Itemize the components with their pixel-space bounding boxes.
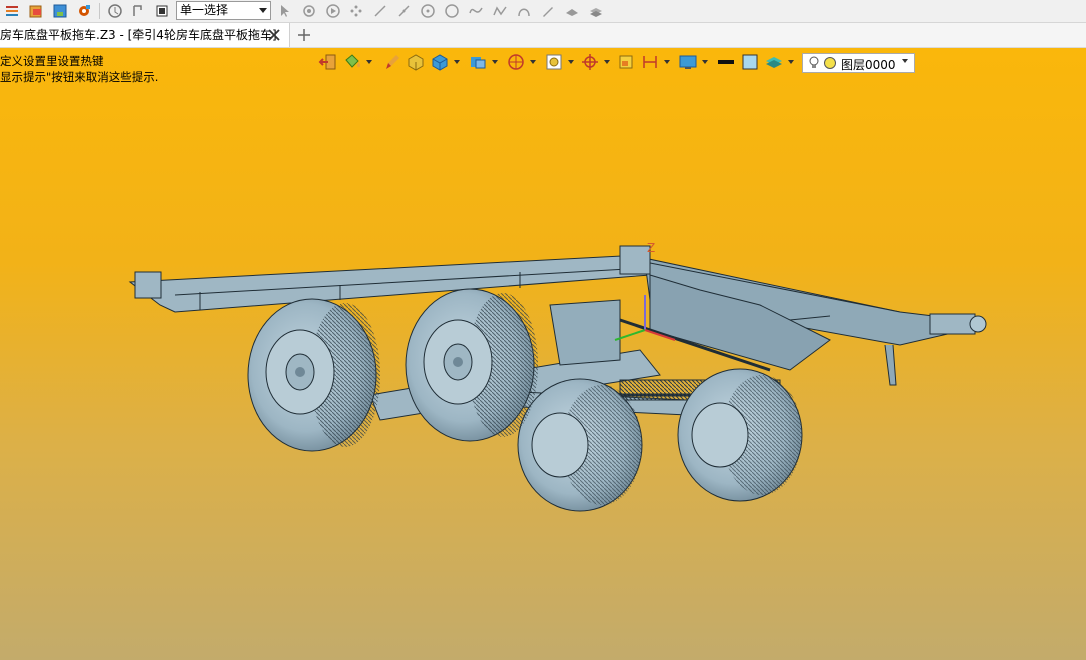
document-tab-bar: 房车底盘平板拖车.Z3 - [牵引4轮房车底盘平板拖车] bbox=[0, 23, 1086, 48]
play-icon[interactable] bbox=[324, 2, 342, 20]
trailer-model[interactable]: Z bbox=[0, 48, 1086, 660]
z-axis-label: Z bbox=[647, 241, 655, 255]
cursor-icon[interactable] bbox=[276, 2, 294, 20]
segment-icon[interactable] bbox=[395, 2, 413, 20]
menu-icon[interactable] bbox=[3, 2, 21, 20]
layers-icon[interactable] bbox=[587, 2, 605, 20]
open-file-icon[interactable] bbox=[27, 2, 45, 20]
arc-icon[interactable] bbox=[515, 2, 533, 20]
save-file-icon[interactable] bbox=[51, 2, 69, 20]
circle-icon[interactable] bbox=[443, 2, 461, 20]
snap-icon[interactable] bbox=[300, 2, 318, 20]
selection-mode-value: 单一选择 bbox=[180, 3, 229, 17]
tab-title: 房车底盘平板拖车.Z3 - [牵引4轮房车底盘平板拖车] bbox=[0, 28, 277, 42]
chevron-down-icon bbox=[259, 8, 267, 13]
close-icon[interactable] bbox=[266, 27, 282, 43]
tab-document[interactable]: 房车底盘平板拖车.Z3 - [牵引4轮房车底盘平板拖车] bbox=[0, 23, 290, 47]
line-icon[interactable] bbox=[371, 2, 389, 20]
circle-center-icon[interactable] bbox=[419, 2, 437, 20]
3d-viewport[interactable]: 定义设置里设置热键 显示提示"按钮来取消这些提示. 图层0000 Z bbox=[0, 48, 1086, 660]
pen-icon[interactable] bbox=[539, 2, 557, 20]
points-icon[interactable] bbox=[347, 2, 365, 20]
curve-icon[interactable] bbox=[491, 2, 509, 20]
pick-filter-icon[interactable] bbox=[129, 2, 147, 20]
settings-icon[interactable] bbox=[75, 2, 93, 20]
selection-mode-dropdown[interactable]: 单一选择 bbox=[176, 1, 271, 20]
surface-icon[interactable] bbox=[563, 2, 581, 20]
add-tab-icon[interactable] bbox=[296, 27, 312, 43]
spline-icon[interactable] bbox=[467, 2, 485, 20]
filter-icon[interactable] bbox=[106, 2, 124, 20]
main-toolbar: 单一选择 bbox=[0, 0, 1086, 23]
stop-icon[interactable] bbox=[153, 2, 171, 20]
